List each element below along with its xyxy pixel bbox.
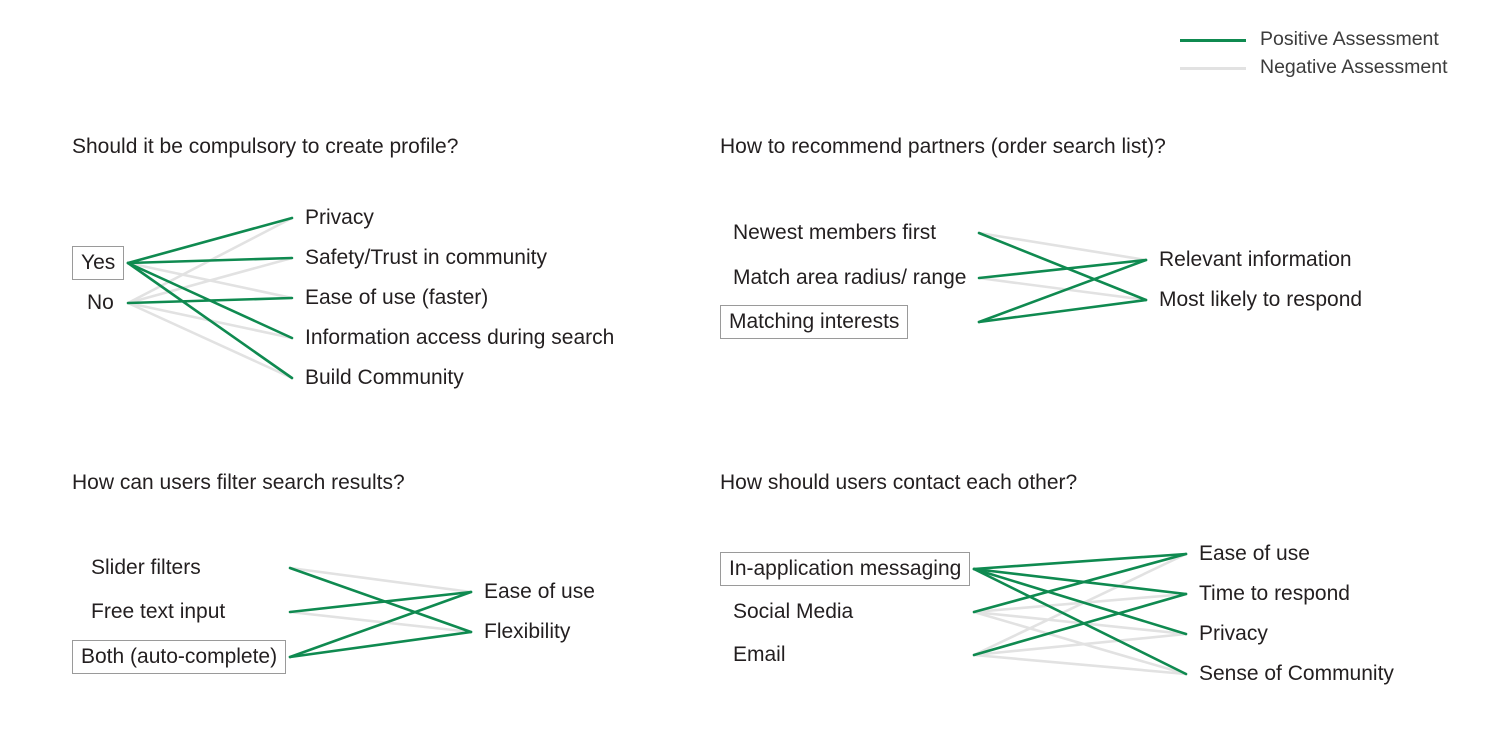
graph-node-right[interactable]: Most likely to respond [1150, 283, 1371, 317]
graph-node-right[interactable]: Privacy [296, 201, 383, 235]
graph-node-right[interactable]: Safety/Trust in community [296, 241, 556, 275]
graph-node-label: Both (auto-complete) [81, 645, 278, 668]
graph-node-left[interactable]: Newest members first [724, 216, 945, 250]
graph-node-right[interactable]: Privacy [1190, 617, 1277, 651]
graph-edge-positive [977, 298, 1148, 324]
graph-node-label: Most likely to respond [1159, 288, 1363, 311]
bipartite-graph: Slider filters Free text input Both (auto-… [72, 472, 732, 687]
graph-node-left[interactable]: No [78, 286, 123, 320]
graph-edge-negative [977, 231, 1148, 262]
graph-node-right[interactable]: Ease of use (faster) [296, 281, 497, 315]
graph-node-left[interactable]: Yes [72, 246, 125, 280]
graph-node-label: Information access during search [305, 326, 615, 349]
bipartite-graph: Newest members first Match area radius/ r… [720, 136, 1420, 386]
graph-node-label: Ease of use [484, 580, 595, 603]
panel-filter-search-results: How can users filter search results? Sli… [72, 472, 732, 687]
legend-item-label: Negative Assessment [1260, 56, 1448, 79]
graph-node-label: Build Community [305, 366, 464, 389]
graph-node-right[interactable]: Flexibility [475, 615, 579, 649]
graph-node-label: Slider filters [91, 556, 201, 579]
graph-edge-negative [126, 301, 294, 380]
graph-node-label: Newest members first [733, 221, 937, 244]
graph-node-left[interactable]: Matching interests [720, 305, 909, 339]
graph-node-right[interactable]: Ease of use [1190, 537, 1319, 571]
graph-node-label: Time to respond [1199, 582, 1350, 605]
graph-edge-positive [126, 296, 294, 305]
graph-node-right[interactable]: Build Community [296, 361, 473, 395]
graph-node-left[interactable]: Both (auto-complete) [72, 640, 287, 674]
graph-node-right[interactable]: Sense of Community [1190, 657, 1403, 691]
graph-node-label: Safety/Trust in community [305, 246, 547, 269]
graph-node-label: Relevant information [1159, 248, 1352, 271]
bipartite-graph: Yes No Privacy Safety/Trust in community Eas… [72, 136, 732, 406]
line-swatch-icon [1180, 38, 1246, 42]
graph-edge-negative [288, 566, 473, 594]
graph-node-label: Privacy [305, 206, 374, 229]
graph-node-label: Sense of Community [1199, 662, 1394, 685]
graph-edge-positive [972, 567, 1188, 596]
graph-node-label: Flexibility [484, 620, 571, 643]
graph-node-left[interactable]: Slider filters [82, 551, 210, 585]
graph-edge-positive [126, 216, 294, 265]
graph-node-label: Ease of use [1199, 542, 1310, 565]
graph-node-right[interactable]: Information access during search [296, 321, 623, 355]
graph-node-right[interactable]: Relevant information [1150, 243, 1361, 277]
graph-edge-positive [126, 256, 294, 265]
legend-item-negative: Negative Assessment [1180, 54, 1480, 82]
diagram-canvas: Positive Assessment Negative Assessment … [0, 0, 1498, 744]
legend: Positive Assessment Negative Assessment [1180, 26, 1480, 82]
graph-node-right[interactable]: Time to respond [1190, 577, 1359, 611]
graph-node-label: No [87, 291, 114, 314]
graph-node-left[interactable]: In-application messaging [720, 552, 971, 586]
graph-node-label: Match area radius/ range [733, 266, 967, 289]
graph-node-label: Ease of use (faster) [305, 286, 489, 309]
legend-item-positive: Positive Assessment [1180, 26, 1480, 54]
graph-node-left[interactable]: Free text input [82, 595, 234, 629]
graph-node-left[interactable]: Social Media [724, 595, 862, 629]
graph-node-label: Social Media [733, 600, 854, 623]
graph-node-left[interactable]: Email [724, 638, 795, 672]
graph-node-label: Yes [81, 251, 116, 274]
graph-edge-positive [288, 630, 473, 659]
panel-compulsory-profile: Should it be compulsory to create profil… [72, 136, 732, 406]
graph-node-label: Free text input [91, 600, 226, 623]
legend-item-label: Positive Assessment [1260, 28, 1439, 51]
graph-node-right[interactable]: Ease of use [475, 575, 604, 609]
graph-node-left[interactable]: Match area radius/ range [724, 261, 975, 295]
graph-node-label: In-application messaging [729, 557, 962, 580]
graph-node-label: Matching interests [729, 310, 900, 333]
panel-contact-each-other: How should users contact each other? In-… [720, 472, 1440, 702]
graph-node-label: Email [733, 643, 786, 666]
graph-node-label: Privacy [1199, 622, 1268, 645]
bipartite-graph: In-application messaging Social Media Emai… [720, 472, 1440, 702]
panel-recommend-partners: How to recommend partners (order search … [720, 136, 1420, 386]
line-swatch-icon [1180, 66, 1246, 70]
